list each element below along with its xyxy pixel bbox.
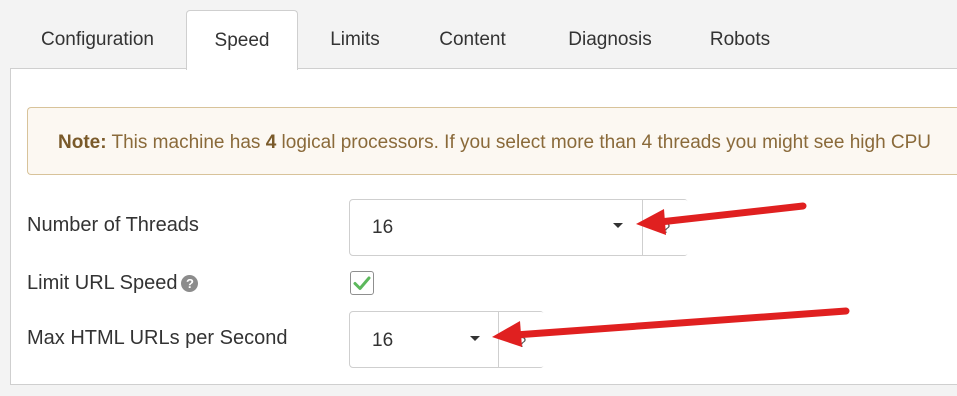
note-prefix: Note:	[58, 132, 107, 153]
caret-down-icon[interactable]	[613, 223, 623, 228]
limit-url-speed-text: Limit URL Speed	[27, 272, 178, 294]
limit-url-speed-label: Limit URL Speed?	[27, 272, 199, 295]
note-processor-count: 4	[265, 132, 277, 153]
note-text-1: This machine has	[106, 132, 266, 153]
max-html-select-group: 16 ?	[349, 311, 545, 368]
tab-configuration[interactable]: Configuration	[20, 10, 175, 68]
tab-limits[interactable]: Limits	[310, 10, 400, 68]
max-html-help-button[interactable]: ?	[498, 312, 545, 367]
caret-down-icon[interactable]	[470, 336, 480, 341]
cpu-note: Note: This machine has 4 logical process…	[27, 107, 957, 175]
note-text-2: logical processors. If you select more t…	[276, 132, 932, 153]
threads-label: Number of Threads	[27, 214, 199, 236]
tab-speed[interactable]: Speed	[186, 10, 298, 70]
threads-help-button[interactable]: ?	[642, 200, 689, 255]
tab-diagnosis[interactable]: Diagnosis	[545, 10, 675, 68]
question-circle-icon[interactable]: ?	[181, 275, 199, 292]
threads-select-group: 16 ?	[349, 199, 689, 256]
limit-url-speed-checkbox[interactable]	[350, 271, 374, 295]
tab-robots[interactable]: Robots	[690, 10, 790, 68]
tab-bar: Configuration Speed Limits Content Diagn…	[0, 0, 957, 70]
tab-content[interactable]: Content	[420, 10, 525, 68]
threads-select[interactable]: 16	[372, 217, 393, 239]
max-html-select[interactable]: 16	[372, 330, 393, 352]
checkmark-icon	[353, 276, 371, 290]
max-html-urls-label: Max HTML URLs per Second	[27, 327, 288, 349]
